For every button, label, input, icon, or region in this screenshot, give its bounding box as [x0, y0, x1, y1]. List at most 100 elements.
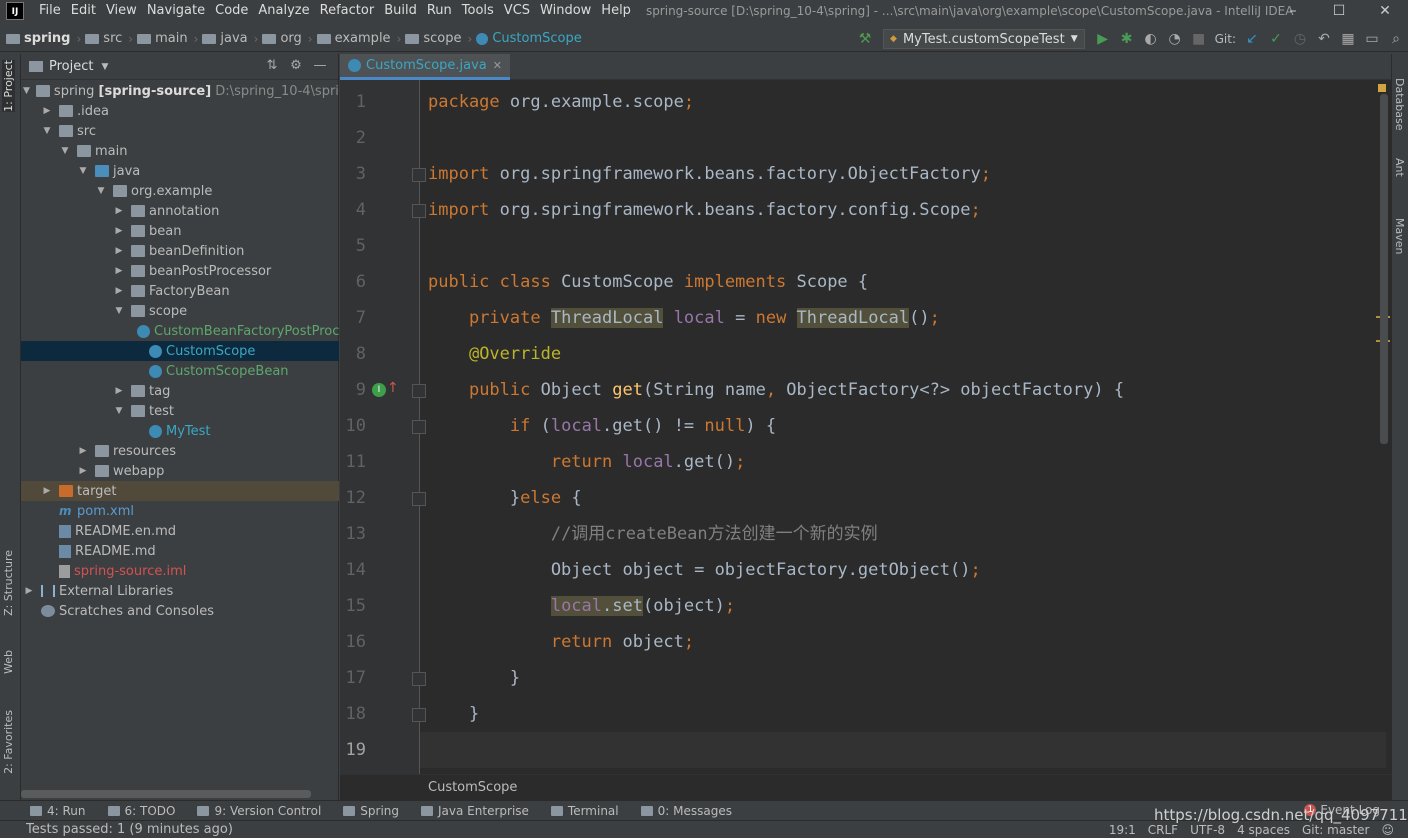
- tree-item[interactable]: ▼ test: [21, 401, 339, 421]
- tree-item[interactable]: ▼ scope: [21, 301, 339, 321]
- tree-item[interactable]: ▼ main: [21, 141, 339, 161]
- tree-item[interactable]: CustomBeanFactoryPostProce: [21, 321, 339, 341]
- tab-project[interactable]: 1: Project: [2, 60, 15, 112]
- expanded-arrow-icon[interactable]: ▼: [59, 146, 71, 156]
- collapsed-arrow-icon[interactable]: ▶: [41, 106, 53, 116]
- tree-item[interactable]: ▶ target: [21, 481, 339, 501]
- breadcrumb-src[interactable]: src: [85, 31, 122, 46]
- code-line[interactable]: [420, 228, 1386, 264]
- expanded-arrow-icon[interactable]: ▼: [23, 86, 30, 96]
- close-icon[interactable]: ✕: [493, 59, 502, 72]
- menu-run[interactable]: Run: [422, 0, 457, 22]
- breadcrumb-example[interactable]: example: [316, 31, 391, 46]
- menu-code[interactable]: Code: [210, 0, 253, 22]
- menu-window[interactable]: Window: [535, 0, 596, 22]
- coverage-icon[interactable]: ◐: [1139, 31, 1163, 47]
- project-view-selector[interactable]: Project: [49, 59, 93, 74]
- expanded-arrow-icon[interactable]: ▼: [95, 186, 107, 196]
- hammer-icon[interactable]: ⚒: [853, 31, 877, 47]
- code-line[interactable]: }else {: [420, 480, 1386, 516]
- tree-item[interactable]: ▼ spring [spring-source] D:\spring_10-4\s…: [21, 81, 339, 101]
- indent-setting[interactable]: 4 spaces: [1237, 823, 1290, 837]
- menu-help[interactable]: Help: [596, 0, 636, 22]
- collapse-all-icon[interactable]: ⇅: [260, 58, 284, 73]
- git-update-icon[interactable]: ↙: [1240, 31, 1264, 47]
- code-line[interactable]: local.set(object);: [420, 588, 1386, 624]
- tree-item[interactable]: ▶ annotation: [21, 201, 339, 221]
- editor-gutter[interactable]: 1 2 3 4 5 6 7 8 9 I ↑ 10 11 12 13 14 15 16 17 18 19: [340, 80, 426, 774]
- expanded-arrow-icon[interactable]: ▼: [77, 166, 89, 176]
- tab-favorites[interactable]: 2: Favorites: [2, 710, 15, 774]
- code-line[interactable]: public Object get(String name, ObjectFac…: [420, 372, 1386, 408]
- run-icon[interactable]: ▶: [1091, 31, 1115, 47]
- git-commit-icon[interactable]: ✓: [1264, 31, 1288, 47]
- hide-icon[interactable]: —: [308, 58, 332, 73]
- collapsed-arrow-icon[interactable]: ▶: [113, 206, 125, 216]
- run-configuration-selector[interactable]: ◆ MyTest.customScopeTest ▼: [883, 29, 1085, 49]
- collapsed-arrow-icon[interactable]: ▶: [113, 386, 125, 396]
- git-branch[interactable]: Git: master: [1302, 823, 1370, 837]
- menu-navigate[interactable]: Navigate: [142, 0, 210, 22]
- tree-item[interactable]: ▶ FactoryBean: [21, 281, 339, 301]
- vertical-scrollbar[interactable]: [1380, 94, 1388, 444]
- minimize-button[interactable]: –: [1270, 0, 1316, 22]
- code-line[interactable]: [420, 732, 1386, 768]
- profile-icon[interactable]: ◔: [1163, 31, 1187, 47]
- tree-item[interactable]: Scratches and Consoles: [21, 601, 339, 621]
- code-line[interactable]: return local.get();: [420, 444, 1386, 480]
- code-line[interactable]: public class CustomScope implements Scop…: [420, 264, 1386, 300]
- code-line[interactable]: @Override: [420, 336, 1386, 372]
- tree-item[interactable]: ▶ beanPostProcessor: [21, 261, 339, 281]
- code-area[interactable]: package org.example.scope; import org.spr…: [420, 80, 1386, 774]
- file-encoding[interactable]: UTF-8: [1190, 823, 1225, 837]
- tab-web[interactable]: Web: [2, 650, 15, 674]
- tree-item[interactable]: ▼ java: [21, 161, 339, 181]
- tool-window-0-messages[interactable]: 0: Messages: [640, 804, 732, 818]
- tree-item[interactable]: CustomScope: [21, 341, 339, 361]
- tree-item[interactable]: ▶ tag: [21, 381, 339, 401]
- tab-structure[interactable]: Z: Structure: [2, 550, 15, 616]
- expanded-arrow-icon[interactable]: ▼: [41, 126, 53, 136]
- tree-item[interactable]: ▶ .idea: [21, 101, 339, 121]
- line-separator[interactable]: CRLF: [1148, 823, 1178, 837]
- tree-item[interactable]: ▶ resources: [21, 441, 339, 461]
- menu-analyze[interactable]: Analyze: [253, 0, 314, 22]
- breadcrumb-scope[interactable]: scope: [405, 31, 462, 46]
- tab-customscope-java[interactable]: CustomScope.java ✕: [340, 54, 510, 80]
- tab-database[interactable]: Database: [1393, 78, 1406, 131]
- collapsed-arrow-icon[interactable]: ▶: [113, 226, 125, 236]
- tree-item[interactable]: README.md: [21, 541, 339, 561]
- collapsed-arrow-icon[interactable]: ▶: [113, 246, 125, 256]
- menu-vcs[interactable]: VCS: [499, 0, 535, 22]
- tree-item[interactable]: README.en.md: [21, 521, 339, 541]
- expanded-arrow-icon[interactable]: ▼: [113, 406, 125, 416]
- implements-method-icon[interactable]: I: [372, 383, 386, 397]
- tool-window-terminal[interactable]: Terminal: [550, 804, 619, 818]
- tool-window-java-enterprise[interactable]: Java Enterprise: [421, 804, 529, 818]
- search-icon[interactable]: ⌕: [1384, 31, 1408, 47]
- maximize-button[interactable]: ☐: [1316, 0, 1362, 22]
- menu-tools[interactable]: Tools: [457, 0, 499, 22]
- code-line[interactable]: if (local.get() != null) {: [420, 408, 1386, 444]
- tree-item[interactable]: ▼ src: [21, 121, 339, 141]
- code-line[interactable]: Object object = objectFactory.getObject(…: [420, 552, 1386, 588]
- tree-item[interactable]: spring-source.iml: [21, 561, 339, 581]
- breadcrumb-spring[interactable]: spring: [6, 31, 70, 46]
- menu-refactor[interactable]: Refactor: [315, 0, 380, 22]
- breadcrumb-customscope[interactable]: CustomScope: [476, 31, 582, 46]
- tab-ant[interactable]: Ant: [1393, 158, 1406, 177]
- collapsed-arrow-icon[interactable]: ▶: [77, 446, 89, 456]
- tree-item[interactable]: ▶ bean: [21, 221, 339, 241]
- breadcrumb-java[interactable]: java: [202, 31, 248, 46]
- code-line[interactable]: }: [420, 696, 1386, 732]
- collapsed-arrow-icon[interactable]: ▶: [23, 586, 35, 596]
- breadcrumb-org[interactable]: org: [262, 31, 302, 46]
- collapsed-arrow-icon[interactable]: ▶: [41, 486, 53, 496]
- chevron-down-icon[interactable]: ▼: [101, 62, 108, 72]
- gear-icon[interactable]: ⚙: [284, 58, 308, 73]
- collapsed-arrow-icon[interactable]: ▶: [77, 466, 89, 476]
- caret-position[interactable]: 19:1: [1109, 823, 1136, 837]
- up-arrow-icon[interactable]: ↑: [387, 380, 399, 396]
- menu-edit[interactable]: Edit: [66, 0, 101, 22]
- close-button[interactable]: ✕: [1362, 0, 1408, 22]
